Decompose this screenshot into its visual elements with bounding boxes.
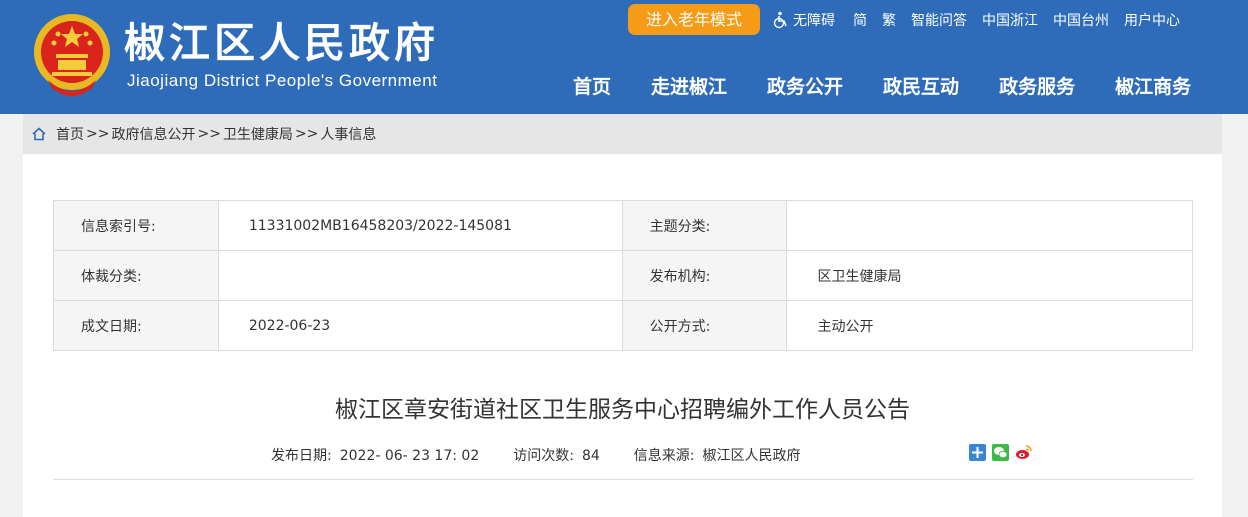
table-row: 成文日期: 2022-06-23 公开方式: 主动公开 — [53, 300, 1193, 351]
publish-date: 发布日期: 2022- 06- 23 17: 02 — [271, 445, 479, 465]
wechat-icon[interactable] — [992, 444, 1009, 461]
info-metadata-table: 信息索引号: 11331002MB16458203/2022-145081 主题… — [53, 200, 1193, 351]
index-label: 信息索引号: — [53, 200, 219, 251]
disclosure-mode-value: 主动公开 — [786, 300, 1193, 351]
info-source-value: 椒江区人民政府 — [702, 448, 801, 464]
date-label: 成文日期: — [53, 300, 219, 351]
publish-date-value: 2022- 06- 23 17: 02 — [339, 448, 480, 464]
accessibility-label: 无障碍 — [793, 13, 835, 29]
visit-count-label: 访问次数: — [513, 448, 574, 464]
main-nav: 首页 走进椒江 政务公开 政民互动 政务服务 椒江商务 — [573, 72, 1191, 99]
site-header: 椒江区人民政府 Jiaojiang District People's Gove… — [0, 0, 1248, 114]
smart-qa-link[interactable]: 智能问答 — [911, 10, 967, 30]
breadcrumb: 首页 >> 政府信息公开 >> 卫生健康局 >> 人事信息 — [23, 114, 1222, 154]
index-value: 11331002MB16458203/2022-145081 — [217, 200, 623, 251]
article-title: 椒江区章安街道社区卫生服务中心招聘编外工作人员公告 — [335, 397, 910, 423]
china-taizhou-link[interactable]: 中国台州 — [1053, 10, 1109, 30]
article-info: 发布日期: 2022- 06- 23 17: 02 访问次数: 84 信息来源: 椒江… — [271, 445, 801, 465]
breadcrumb-home[interactable]: 首页 — [56, 124, 84, 144]
topic-value — [786, 200, 1193, 251]
breadcrumb-personnel-info[interactable]: 人事信息 — [320, 124, 376, 144]
genre-value — [217, 250, 623, 301]
wheelchair-icon — [773, 11, 787, 29]
national-emblem-icon — [34, 14, 110, 96]
nav-commerce[interactable]: 椒江商务 — [1115, 72, 1191, 99]
disclosure-mode-label: 公开方式: — [621, 300, 788, 351]
user-center-link[interactable]: 用户中心 — [1124, 10, 1180, 30]
content-panel: 信息索引号: 11331002MB16458203/2022-145081 主题… — [23, 154, 1222, 517]
traditional-chinese-link[interactable]: 繁 — [882, 10, 896, 30]
elder-mode-button[interactable]: 进入老年模式 — [628, 4, 760, 35]
publisher-value: 区卫生健康局 — [786, 250, 1193, 301]
nav-services[interactable]: 政务服务 — [999, 72, 1075, 99]
info-source-label: 信息来源: — [633, 448, 695, 464]
nav-government-affairs[interactable]: 政务公开 — [767, 72, 843, 99]
visit-count-value: 84 — [581, 448, 600, 464]
simplified-chinese-link[interactable]: 简 — [853, 10, 867, 30]
weibo-icon[interactable] — [1015, 444, 1032, 461]
site-subtitle: Jiaojiang District People's Government — [127, 71, 438, 90]
topic-label: 主题分类: — [621, 200, 788, 251]
accessibility-link[interactable]: 无障碍 — [772, 10, 835, 30]
share-buttons — [969, 444, 1038, 461]
info-source: 信息来源: 椒江区人民政府 — [634, 445, 801, 465]
nav-about-jiaojiang[interactable]: 走进椒江 — [651, 72, 727, 99]
breadcrumb-separator: >> — [197, 126, 221, 142]
breadcrumb-separator: >> — [294, 126, 319, 142]
top-links: 无障碍 简 繁 智能问答 中国浙江 中国台州 用户中心 — [772, 9, 1180, 31]
genre-label: 体裁分类: — [53, 250, 219, 301]
visit-count: 访问次数: 84 — [513, 445, 600, 465]
date-value: 2022-06-23 — [217, 300, 623, 351]
publisher-label: 发布机构: — [621, 250, 788, 301]
china-zhejiang-link[interactable]: 中国浙江 — [982, 10, 1038, 30]
share-plus-icon[interactable] — [969, 444, 986, 461]
breadcrumb-gov-info[interactable]: 政府信息公开 — [111, 124, 195, 144]
table-row: 信息索引号: 11331002MB16458203/2022-145081 主题… — [53, 200, 1193, 251]
table-row: 体裁分类: 发布机构: 区卫生健康局 — [53, 250, 1193, 301]
nav-home[interactable]: 首页 — [573, 72, 611, 99]
publish-date-label: 发布日期: — [271, 448, 332, 464]
divider — [53, 479, 1193, 480]
site-title: 椒江区人民政府 — [124, 19, 439, 67]
home-icon — [32, 127, 46, 141]
breadcrumb-health-bureau[interactable]: 卫生健康局 — [223, 124, 293, 144]
nav-interaction[interactable]: 政民互动 — [883, 72, 959, 99]
breadcrumb-separator: >> — [86, 126, 110, 142]
